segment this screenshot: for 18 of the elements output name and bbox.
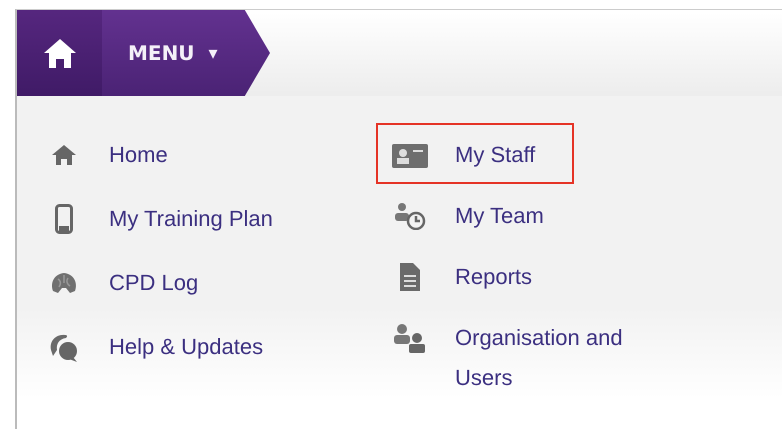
id-card-icon (392, 142, 428, 168)
menu-item[interactable]: Reports (376, 245, 574, 306)
menu-item[interactable]: Organisation and Users (376, 306, 676, 402)
menu-item[interactable]: My Team (376, 184, 574, 245)
menu-item[interactable]: Home (44, 123, 376, 187)
menu-button[interactable]: MENU ▾ (102, 10, 270, 96)
users-icon (393, 323, 427, 353)
document-icon (399, 262, 421, 292)
home-icon (51, 144, 77, 166)
team-clock-icon (393, 202, 427, 230)
menu-item[interactable]: My Training Plan (44, 187, 376, 251)
home-button[interactable] (17, 10, 102, 96)
menu-item[interactable]: Help & Updates (44, 315, 376, 379)
home-icon (42, 37, 76, 69)
chat-bubbles-icon (49, 332, 79, 362)
highlighted-menu-item[interactable]: My Staff (376, 123, 574, 184)
menu-item[interactable]: CPD Log (44, 251, 376, 315)
phone-icon (55, 204, 73, 234)
